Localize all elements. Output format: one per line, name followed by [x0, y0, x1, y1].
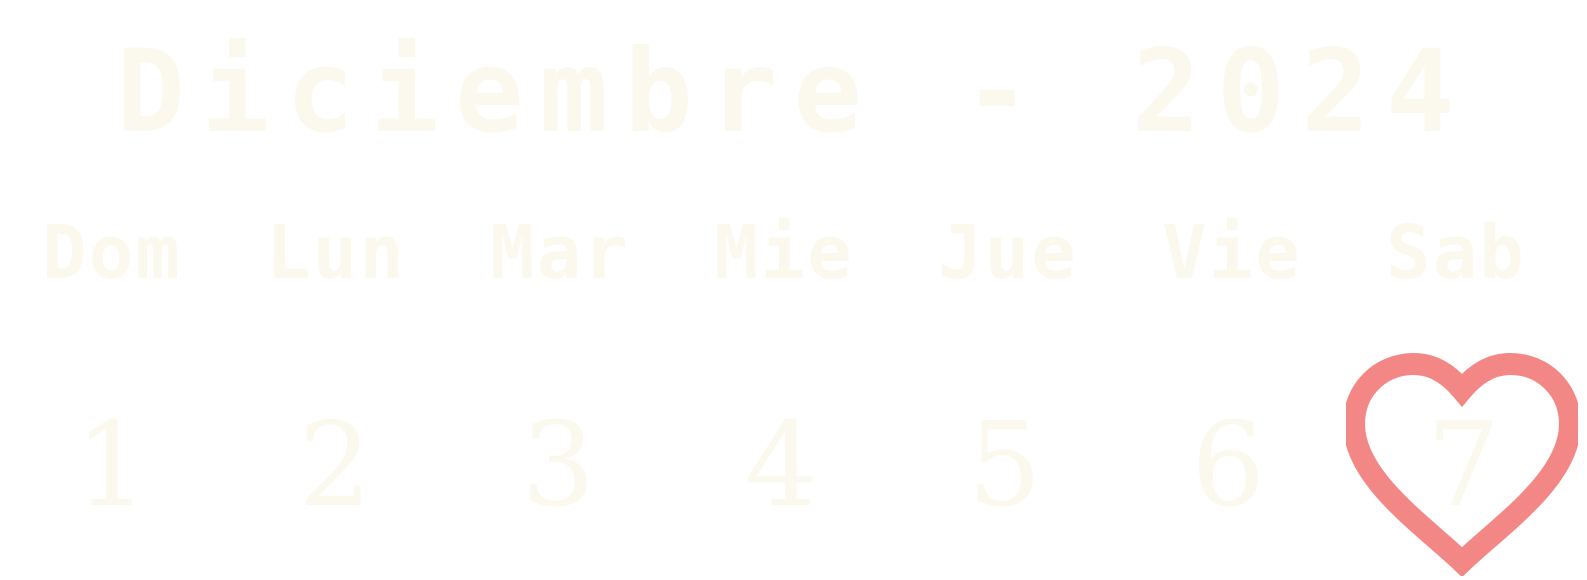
- calendar-title: Diciembre - 2024: [116, 25, 1471, 158]
- weekday-sunday: Dom: [42, 210, 182, 296]
- day-cell-4[interactable]: 4: [670, 396, 893, 536]
- weekday-friday: Vie: [1162, 210, 1302, 296]
- day-cell-6[interactable]: 6: [1116, 396, 1339, 536]
- weekday-saturday: Sab: [1386, 210, 1526, 296]
- day-cell-2[interactable]: 2: [223, 396, 446, 536]
- weekday-tuesday: Mar: [490, 210, 630, 296]
- day-cell-5[interactable]: 5: [893, 396, 1116, 536]
- calendar: Diciembre - 2024 Dom Lun Mar Mie Jue Vie…: [0, 0, 1587, 580]
- day-cell-3[interactable]: 3: [447, 396, 670, 536]
- heart-icon: [1346, 352, 1578, 576]
- weekday-wednesday: Mie: [714, 210, 854, 296]
- weekday-header-row: Dom Lun Mar Mie Jue Vie Sab: [0, 208, 1587, 298]
- weekday-monday: Lun: [266, 210, 406, 296]
- weekday-thursday: Jue: [938, 210, 1078, 296]
- day-cell-1[interactable]: 1: [0, 396, 223, 536]
